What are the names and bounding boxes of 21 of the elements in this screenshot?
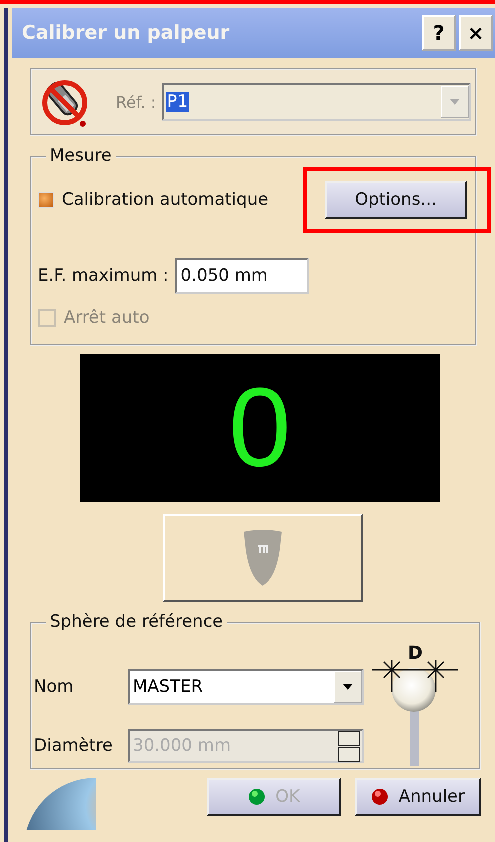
cancel-button[interactable]: Annuler [354,778,481,816]
field-label: E.F. maximum : [38,266,169,286]
counter-value: 0 [228,372,292,484]
field-label: Nom [34,677,75,697]
window-title: Calibrer un palpeur [22,22,230,44]
ball-icon [248,788,266,806]
ball-icon [370,788,389,806]
close-button[interactable]: × [459,15,493,51]
group-legend: Sphère de référence [46,612,228,632]
help-button[interactable]: ? [422,15,456,51]
name-dropdown[interactable]: MASTER [128,669,364,705]
max-error-field[interactable]: 0.050 mm [174,258,309,294]
field-label: Diamètre [34,736,114,756]
options-button[interactable]: Options... [325,181,467,219]
checkbox-label: Calibration automatique [62,190,269,210]
caret-icon [450,99,460,105]
dimension-label: D [408,643,423,664]
ref-label: Réf. : [116,92,156,112]
checkbox-label: Arrêt auto [64,308,150,328]
caret-icon [343,684,353,690]
checkbox[interactable] [38,192,54,208]
